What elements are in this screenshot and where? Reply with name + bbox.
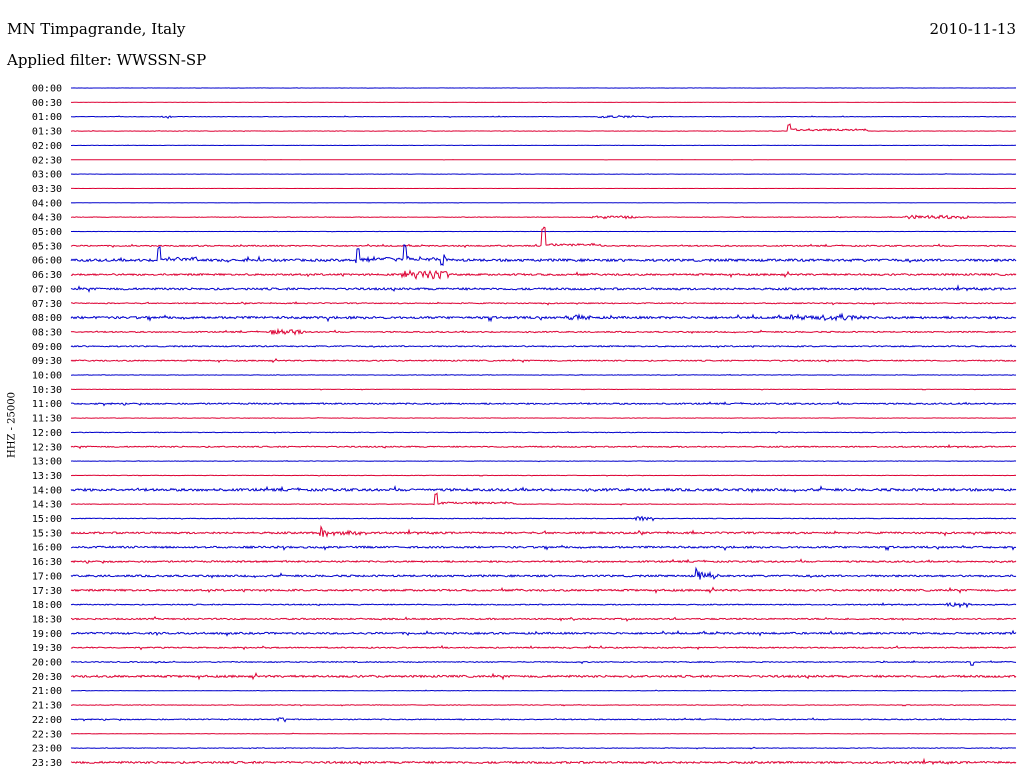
time-tick-1400: 14:00 — [32, 485, 62, 496]
time-tick-0930: 09:30 — [32, 356, 62, 367]
trace-0930 — [70, 358, 1017, 364]
time-tick-0130: 01:30 — [32, 127, 62, 138]
time-tick-1830: 18:30 — [32, 614, 62, 625]
trace-0700 — [70, 284, 1017, 293]
trace-2330 — [70, 757, 1017, 766]
trace-2200 — [70, 717, 1017, 723]
trace-1030 — [71, 388, 1017, 391]
trace-0100 — [71, 114, 1017, 119]
time-tick-2030: 20:30 — [32, 672, 62, 683]
time-tick-1100: 11:00 — [32, 399, 62, 410]
time-tick-0800: 08:00 — [32, 313, 62, 324]
time-tick-1130: 11:30 — [32, 414, 62, 425]
trace-0200 — [71, 144, 1016, 147]
trace-1800 — [70, 601, 1017, 609]
trace-0500 — [71, 230, 1016, 233]
time-tick-0030: 00:30 — [32, 98, 62, 109]
trace-1330 — [70, 474, 1017, 477]
trace-1430 — [70, 492, 1017, 506]
trace-0530 — [70, 226, 1017, 249]
time-tick-labels: 00:00 00:30 01:00 01:30 02:00 02:30 03:00 03:30… — [32, 84, 62, 769]
time-tick-0330: 03:30 — [32, 184, 62, 195]
time-tick-0430: 04:30 — [32, 213, 62, 224]
trace-2230 — [71, 732, 1016, 735]
trace-0830 — [70, 327, 1017, 336]
trace-1400 — [70, 485, 1017, 494]
time-tick-0230: 02:30 — [32, 155, 62, 166]
trace-0430 — [70, 214, 1016, 220]
time-tick-0600: 06:00 — [32, 256, 62, 267]
trace-0400 — [70, 201, 1016, 204]
time-tick-1600: 16:00 — [32, 543, 62, 554]
time-tick-1430: 14:30 — [32, 500, 62, 511]
trace-0130 — [70, 123, 1017, 133]
time-tick-0100: 01:00 — [32, 112, 62, 123]
time-tick-0700: 07:00 — [32, 284, 62, 295]
seismic-traces — [70, 87, 1017, 766]
trace-1230 — [70, 443, 1017, 450]
time-tick-0900: 09:00 — [32, 342, 62, 353]
time-tick-0730: 07:30 — [32, 299, 62, 310]
trace-1730 — [70, 586, 1017, 595]
time-tick-0200: 02:00 — [32, 141, 62, 152]
trace-1300 — [70, 460, 1017, 463]
time-tick-0830: 08:30 — [32, 327, 62, 338]
trace-1200 — [71, 430, 1017, 434]
time-tick-0500: 05:00 — [32, 227, 62, 238]
trace-0600 — [70, 244, 1017, 267]
time-tick-2130: 21:30 — [32, 701, 62, 712]
trace-1500 — [70, 515, 1017, 522]
time-tick-1530: 15:30 — [32, 528, 62, 539]
time-tick-1300: 13:00 — [32, 457, 62, 468]
time-tick-0300: 03:00 — [32, 170, 62, 181]
trace-2000 — [70, 660, 1017, 667]
trace-1100 — [70, 400, 1017, 407]
time-tick-1800: 18:00 — [32, 600, 62, 611]
time-tick-0530: 05:30 — [32, 241, 62, 252]
time-tick-1030: 10:30 — [32, 385, 62, 396]
time-tick-1630: 16:30 — [32, 557, 62, 568]
time-tick-2230: 22:30 — [32, 729, 62, 740]
time-tick-2330: 23:30 — [32, 758, 62, 769]
time-tick-2100: 21:00 — [32, 686, 62, 697]
trace-2300 — [70, 746, 1016, 750]
time-tick-0000: 00:00 — [32, 84, 62, 95]
trace-1130 — [70, 416, 1017, 419]
time-tick-1330: 13:30 — [32, 471, 62, 482]
trace-0000 — [71, 87, 1017, 89]
time-tick-2200: 22:00 — [32, 715, 62, 726]
trace-1600 — [70, 544, 1017, 552]
trace-1530 — [70, 525, 1017, 538]
time-tick-0630: 06:30 — [32, 270, 62, 281]
time-tick-1000: 10:00 — [32, 371, 62, 382]
seismogram-plot: 00:00 00:30 01:00 01:30 02:00 02:30 03:00 03:30… — [32, 84, 1017, 769]
trace-0630 — [70, 269, 1017, 280]
trace-1000 — [70, 373, 1017, 377]
trace-2030 — [70, 672, 1017, 681]
trace-1830 — [70, 615, 1017, 622]
trace-0300 — [70, 173, 1017, 175]
time-tick-1230: 12:30 — [32, 442, 62, 453]
time-tick-2300: 23:00 — [32, 744, 62, 755]
trace-1630 — [70, 558, 1017, 564]
trace-0730 — [70, 301, 1017, 306]
trace-2130 — [70, 703, 1017, 707]
time-tick-1730: 17:30 — [32, 586, 62, 597]
time-tick-1900: 19:00 — [32, 629, 62, 640]
time-tick-0400: 04:00 — [32, 198, 62, 209]
time-tick-1500: 15:00 — [32, 514, 62, 525]
time-tick-1200: 12:00 — [32, 428, 62, 439]
trace-0800 — [70, 312, 1017, 323]
trace-1930 — [70, 644, 1017, 651]
trace-0030 — [71, 101, 1017, 104]
trace-0900 — [70, 343, 1017, 349]
trace-1900 — [71, 629, 1017, 637]
time-tick-2000: 20:00 — [32, 658, 62, 669]
trace-2100 — [70, 689, 1016, 692]
time-tick-1930: 19:30 — [32, 643, 62, 654]
trace-1700 — [70, 566, 1017, 580]
time-tick-1700: 17:00 — [32, 571, 62, 582]
